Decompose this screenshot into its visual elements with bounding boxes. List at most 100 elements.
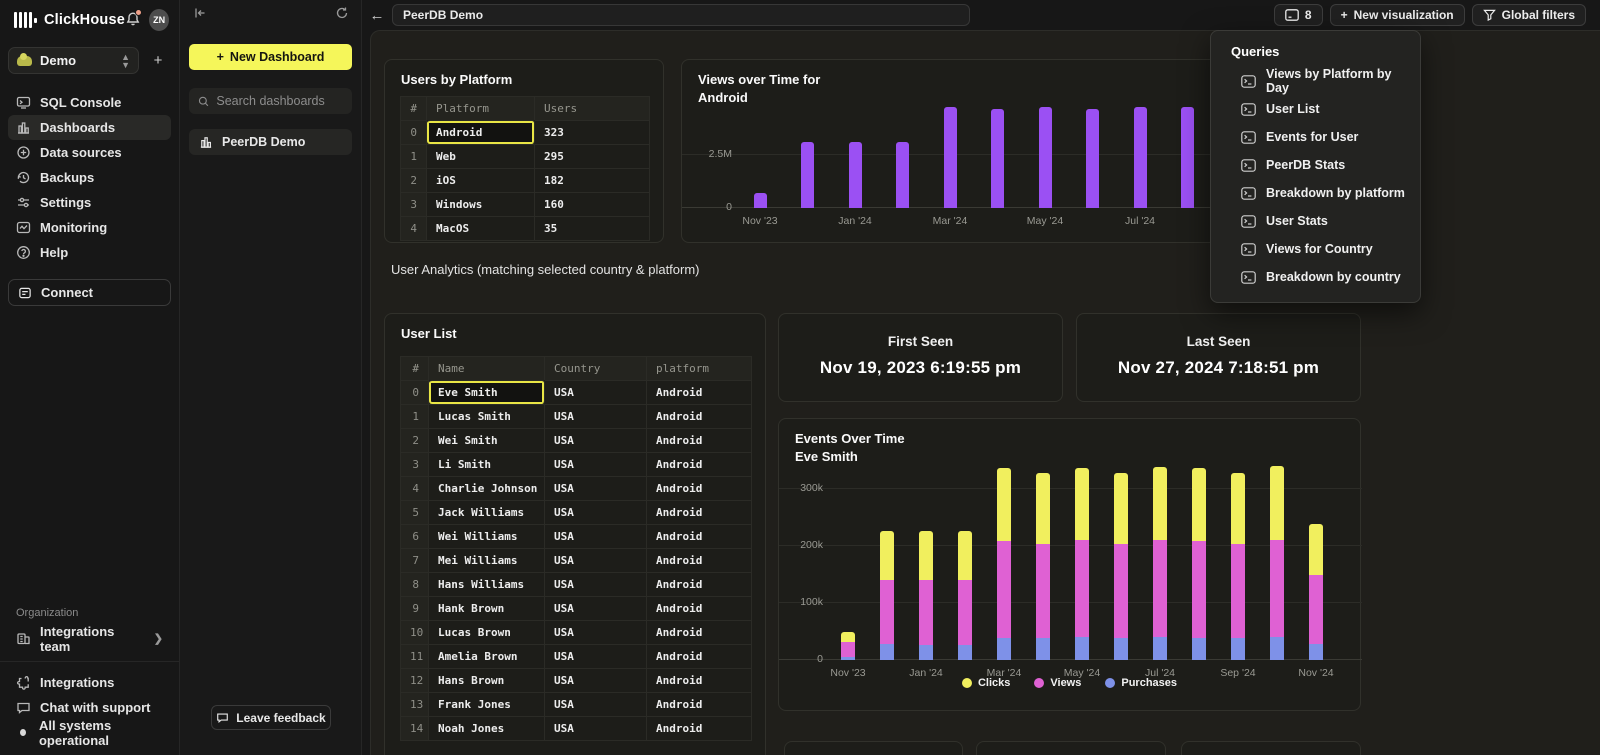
bar-segment[interactable] bbox=[1153, 467, 1167, 540]
sidebar-item-backups[interactable]: Backups bbox=[8, 165, 171, 190]
table-cell[interactable]: USA bbox=[545, 668, 647, 692]
table-cell[interactable]: Lucas Smith bbox=[429, 404, 545, 428]
table-cell[interactable]: Frank Jones bbox=[429, 692, 545, 716]
bar-segment[interactable] bbox=[841, 657, 855, 660]
table-cell[interactable]: USA bbox=[545, 548, 647, 572]
table-cell[interactable]: 182 bbox=[535, 168, 649, 192]
table-cell[interactable]: Lucas Brown bbox=[429, 620, 545, 644]
bar-segment[interactable] bbox=[919, 645, 933, 660]
avatar[interactable]: ZN bbox=[149, 9, 169, 31]
sidebar-item-integrations-team[interactable]: Integrations team ❯ bbox=[8, 626, 171, 651]
table-cell[interactable]: Android bbox=[647, 524, 751, 548]
query-list-item[interactable]: Events for User bbox=[1211, 123, 1420, 151]
table-cell[interactable]: iOS bbox=[427, 168, 535, 192]
table-cell[interactable]: USA bbox=[545, 572, 647, 596]
query-list-item[interactable]: Views for Country bbox=[1211, 235, 1420, 263]
table-cell[interactable]: USA bbox=[545, 404, 647, 428]
table-cell[interactable]: USA bbox=[545, 500, 647, 524]
bar-segment[interactable] bbox=[958, 531, 972, 579]
dashboard-list-item[interactable]: PeerDB Demo bbox=[189, 129, 352, 155]
bar-segment[interactable] bbox=[1192, 638, 1206, 660]
add-service-button[interactable]: + bbox=[147, 50, 169, 72]
bar-segment[interactable] bbox=[1114, 544, 1128, 639]
bar[interactable] bbox=[1039, 107, 1052, 208]
bar[interactable] bbox=[1086, 109, 1099, 208]
bar-segment[interactable] bbox=[841, 642, 855, 657]
search-dashboards-input[interactable] bbox=[216, 94, 343, 108]
back-button[interactable]: ← bbox=[362, 7, 392, 24]
table-cell[interactable]: Android bbox=[647, 548, 751, 572]
table-cell[interactable]: Android bbox=[427, 120, 535, 144]
table-cell[interactable]: Jack Williams bbox=[429, 500, 545, 524]
bar-segment[interactable] bbox=[841, 632, 855, 643]
bar-segment[interactable] bbox=[880, 644, 894, 660]
bar-segment[interactable] bbox=[1231, 638, 1245, 660]
table-row[interactable]: 13Frank JonesUSAAndroid bbox=[401, 692, 751, 716]
dashboard-title-input[interactable] bbox=[392, 4, 970, 26]
table-cell[interactable]: Android bbox=[647, 572, 751, 596]
sidebar-item-data-sources[interactable]: Data sources bbox=[8, 140, 171, 165]
table-cell[interactable]: 323 bbox=[535, 120, 649, 144]
legend-item[interactable]: Purchases bbox=[1105, 677, 1177, 689]
bar-segment[interactable] bbox=[880, 580, 894, 644]
query-list-item[interactable]: PeerDB Stats bbox=[1211, 151, 1420, 179]
bar-segment[interactable] bbox=[1309, 644, 1323, 660]
bar-segment[interactable] bbox=[958, 645, 972, 660]
bar-segment[interactable] bbox=[1114, 473, 1128, 544]
table-cell[interactable]: USA bbox=[545, 596, 647, 620]
sidebar-item-sql-console[interactable]: SQL Console bbox=[8, 90, 171, 115]
table-row[interactable]: 8Hans WilliamsUSAAndroid bbox=[401, 572, 751, 596]
sidebar-item-settings[interactable]: Settings bbox=[8, 190, 171, 215]
table-cell[interactable]: USA bbox=[545, 692, 647, 716]
bar-segment[interactable] bbox=[919, 580, 933, 646]
table-cell[interactable]: USA bbox=[545, 716, 647, 740]
bar-segment[interactable] bbox=[1270, 466, 1284, 540]
table-row[interactable]: 4MacOS35 bbox=[401, 216, 649, 240]
table-cell[interactable]: USA bbox=[545, 524, 647, 548]
bar-segment[interactable] bbox=[1075, 637, 1089, 660]
bar-segment[interactable] bbox=[1075, 468, 1089, 540]
new-dashboard-button[interactable]: + New Dashboard bbox=[189, 44, 352, 70]
table-row[interactable]: 10Lucas BrownUSAAndroid bbox=[401, 620, 751, 644]
bar-segment[interactable] bbox=[1036, 473, 1050, 544]
table-row[interactable]: 14Noah JonesUSAAndroid bbox=[401, 716, 751, 740]
legend-item[interactable]: Clicks bbox=[962, 677, 1010, 689]
table-row[interactable]: 6Wei WilliamsUSAAndroid bbox=[401, 524, 751, 548]
table-cell[interactable]: Android bbox=[647, 404, 751, 428]
table-row[interactable]: 11Amelia BrownUSAAndroid bbox=[401, 644, 751, 668]
table-cell[interactable]: 295 bbox=[535, 144, 649, 168]
bar[interactable] bbox=[991, 109, 1004, 208]
table-cell[interactable]: Hank Brown bbox=[429, 596, 545, 620]
bar[interactable] bbox=[1134, 107, 1147, 208]
bar-segment[interactable] bbox=[997, 638, 1011, 660]
bar[interactable] bbox=[944, 107, 957, 208]
table-cell[interactable]: USA bbox=[545, 380, 647, 404]
table-row[interactable]: 3Windows160 bbox=[401, 192, 649, 216]
sidebar-item-dashboards[interactable]: Dashboards bbox=[8, 115, 171, 140]
bar-segment[interactable] bbox=[1153, 540, 1167, 637]
bar[interactable] bbox=[1181, 107, 1194, 208]
table-cell[interactable]: Noah Jones bbox=[429, 716, 545, 740]
bar-segment[interactable] bbox=[1036, 544, 1050, 639]
bar-segment[interactable] bbox=[1075, 540, 1089, 636]
queries-drawer-button[interactable]: 8 bbox=[1274, 4, 1323, 26]
collapse-panel-icon[interactable] bbox=[193, 6, 207, 25]
bar-segment[interactable] bbox=[1270, 637, 1284, 660]
table-row[interactable]: 1Web295 bbox=[401, 144, 649, 168]
table-cell[interactable]: USA bbox=[545, 620, 647, 644]
bar-segment[interactable] bbox=[1309, 575, 1323, 645]
table-cell[interactable]: Web bbox=[427, 144, 535, 168]
connect-button[interactable]: Connect bbox=[8, 279, 171, 306]
bar-segment[interactable] bbox=[958, 580, 972, 645]
table-cell[interactable]: Android bbox=[647, 428, 751, 452]
table-cell[interactable]: 160 bbox=[535, 192, 649, 216]
table-cell[interactable]: Windows bbox=[427, 192, 535, 216]
table-cell[interactable]: Android bbox=[647, 476, 751, 500]
query-list-item[interactable]: User List bbox=[1211, 95, 1420, 123]
query-list-item[interactable]: Breakdown by platform bbox=[1211, 179, 1420, 207]
table-row[interactable]: 5Jack WilliamsUSAAndroid bbox=[401, 500, 751, 524]
bar[interactable] bbox=[754, 193, 767, 208]
query-list-item[interactable]: Breakdown by country bbox=[1211, 263, 1420, 291]
bar[interactable] bbox=[849, 142, 862, 208]
table-cell[interactable]: Android bbox=[647, 644, 751, 668]
